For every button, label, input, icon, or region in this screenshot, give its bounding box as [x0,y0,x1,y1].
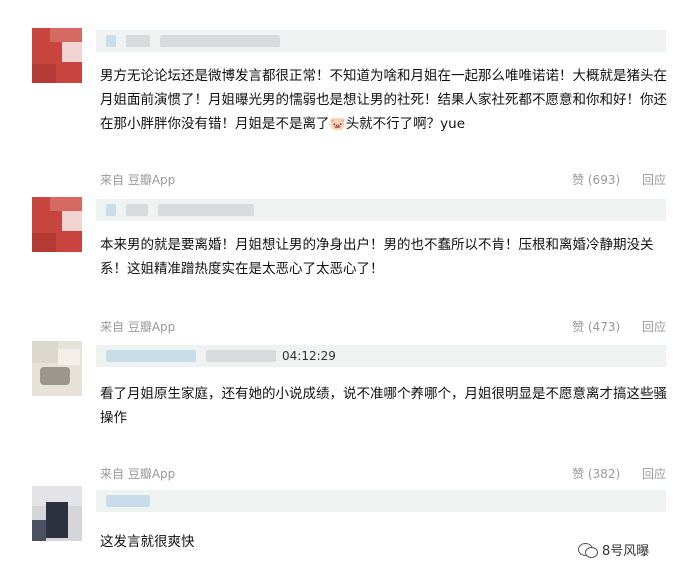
like-button[interactable]: 赞 (382) [572,467,620,481]
pig-emoji-icon: 🐷 [329,117,346,132]
comment-source: 来自 豆瓣App [100,467,176,481]
like-button[interactable]: 赞 (693) [572,173,620,187]
wechat-icon [578,542,598,558]
watermark-label: 8号风曝 [602,544,650,559]
comment-source: 来自 豆瓣App [100,173,176,187]
reply-button[interactable]: 回应 [642,173,666,187]
comment-meta: 来自 豆瓣App 赞 (693) 回应 [100,171,666,189]
username-bar-redacted[interactable] [96,199,666,221]
comment-text: 本来男的就是要离婚！月姐想让男的净身出户！男的也不蠢所以不肯！压根和离婚冷静期没… [100,237,654,277]
username-bar-redacted[interactable] [96,490,666,512]
comment-text: 男方无论论坛还是微博发言都很正常！不知道为啥和月姐在一起那么唯唯诺诺！大概就是猪… [100,64,670,137]
comment-text: 看了月姐原生家庭，还有她的小说成绩，说不准哪个养哪个，月姐很明显是不愿意离才搞这… [100,386,667,426]
comment-meta: 来自 豆瓣App 赞 (382) 回应 [100,465,666,483]
user-avatar[interactable] [32,486,82,541]
watermark: 8号风曝 [578,540,649,559]
comment-timestamp: 04:12:29 [282,349,336,363]
user-avatar[interactable] [32,197,82,252]
comment-meta: 来自 豆瓣App 赞 (473) 回应 [100,318,666,336]
comment-source: 来自 豆瓣App [100,320,176,334]
user-avatar[interactable] [32,28,82,83]
reply-button[interactable]: 回应 [642,320,666,334]
username-bar-redacted[interactable]: 04:12:29 [96,345,666,367]
username-bar-redacted[interactable] [96,30,666,52]
user-avatar[interactable] [32,341,82,396]
like-button[interactable]: 赞 (473) [572,320,620,334]
reply-button[interactable]: 回应 [642,467,666,481]
